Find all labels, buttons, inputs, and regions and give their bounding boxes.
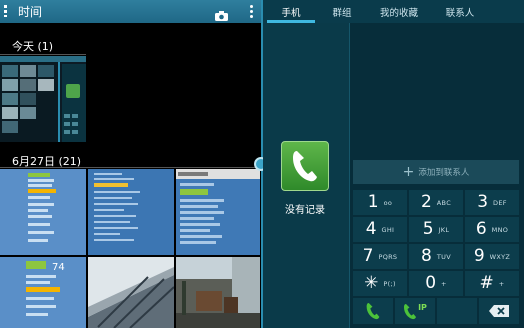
key-digit: ✳ [364, 273, 379, 293]
camera-icon[interactable] [215, 6, 228, 25]
key-hash[interactable]: # + [465, 271, 519, 296]
key-digit: # [479, 273, 494, 293]
tab-label: 我的收藏 [379, 7, 418, 19]
key-letters: PQRS [378, 252, 398, 261]
column-divider [349, 23, 350, 328]
key-letters: WXYZ [489, 252, 511, 261]
phone-tabs: 手机 群组 我的收藏 联系人 [263, 0, 524, 23]
key-digit: 1 [367, 192, 379, 212]
key-digit: 3 [477, 192, 489, 212]
key-3[interactable]: 3 DEF [465, 190, 519, 215]
key-digit: 5 [422, 219, 434, 239]
section-divider [0, 54, 86, 55]
gallery-title: 时间 [18, 5, 43, 19]
more-options-icon[interactable] [250, 5, 253, 18]
key-letters: GHI [381, 225, 395, 234]
backspace-button[interactable] [479, 298, 519, 324]
backspace-icon [489, 305, 509, 317]
key-digit: 7 [362, 246, 374, 266]
key-letters: JKL [438, 225, 450, 234]
key-digit: 2 [420, 192, 432, 212]
key-1[interactable]: 1 ᴏᴏ [353, 190, 407, 215]
add-contact-label: 添加到联系人 [418, 168, 470, 178]
section-divider [0, 167, 258, 168]
photo-thumbnail[interactable] [0, 169, 86, 255]
call-log-empty-text: 没有记录 [285, 205, 325, 216]
photo-thumbnail[interactable] [0, 56, 86, 142]
spacer-key [437, 298, 477, 324]
key-letters: DEF [493, 198, 507, 207]
dial-keypad: 1 ᴏᴏ 2 ABC 3 DEF 4 GHI 5 JKL 6 MNO 7 PQRS 8 TUV … [353, 190, 519, 296]
dial-actions: IP [353, 298, 519, 324]
key-4[interactable]: 4 GHI [353, 217, 407, 242]
tab-label: 联系人 [445, 7, 475, 19]
key-0[interactable]: 0 + [409, 271, 463, 296]
gallery-header: 时间 [0, 0, 262, 23]
voicemail-icon: ᴏᴏ [383, 198, 393, 207]
key-5[interactable]: 5 JKL [409, 217, 463, 242]
key-digit: 4 [365, 219, 377, 239]
key-letters: + [441, 279, 447, 288]
key-digit: 9 [473, 246, 485, 266]
tab-favorites[interactable]: 我的收藏 [365, 0, 433, 23]
key-letters: TUV [436, 252, 451, 261]
tab-phone[interactable]: 手机 [263, 0, 319, 23]
photo-thumbnail[interactable]: 74 [0, 257, 86, 328]
key-letters: ABC [436, 198, 452, 207]
tab-label: 群组 [332, 7, 352, 19]
drawer-icon[interactable] [4, 2, 14, 21]
key-digit: 8 [421, 246, 432, 266]
section-title-today: 今天 (1) [12, 40, 54, 53]
call-button[interactable] [353, 298, 393, 324]
key-2[interactable]: 2 ABC [409, 190, 463, 215]
key-letters: + [498, 279, 505, 288]
key-9[interactable]: 9 WXYZ [465, 244, 519, 269]
phone-icon [281, 141, 329, 191]
photo-thumbnail[interactable] [176, 257, 260, 328]
thumb-text: 74 [52, 262, 65, 273]
ip-call-icon [404, 303, 417, 319]
tab-contacts[interactable]: 联系人 [433, 0, 487, 23]
gallery-pane: 时间 今天 (1) 6月27日 (21) 74 [0, 0, 262, 328]
add-to-contacts-button[interactable]: + 添加到联系人 [353, 160, 519, 184]
tab-label: 手机 [281, 7, 301, 19]
plus-icon: + [402, 164, 415, 180]
key-letters: P(;) [383, 279, 396, 288]
ip-call-button[interactable]: IP [395, 298, 435, 324]
key-digit: 6 [475, 219, 487, 239]
key-letters: MNO [491, 225, 509, 234]
tab-groups[interactable]: 群组 [319, 0, 365, 23]
photo-thumbnail[interactable] [176, 169, 260, 255]
call-icon [366, 303, 380, 320]
photo-thumbnail[interactable] [88, 257, 174, 328]
key-7[interactable]: 7 PQRS [353, 244, 407, 269]
ip-label: IP [418, 302, 427, 312]
key-6[interactable]: 6 MNO [465, 217, 519, 242]
key-8[interactable]: 8 TUV [409, 244, 463, 269]
photo-thumbnail[interactable] [88, 169, 174, 255]
key-digit: 0 [425, 273, 437, 293]
key-star[interactable]: ✳ P(;) [353, 271, 407, 296]
